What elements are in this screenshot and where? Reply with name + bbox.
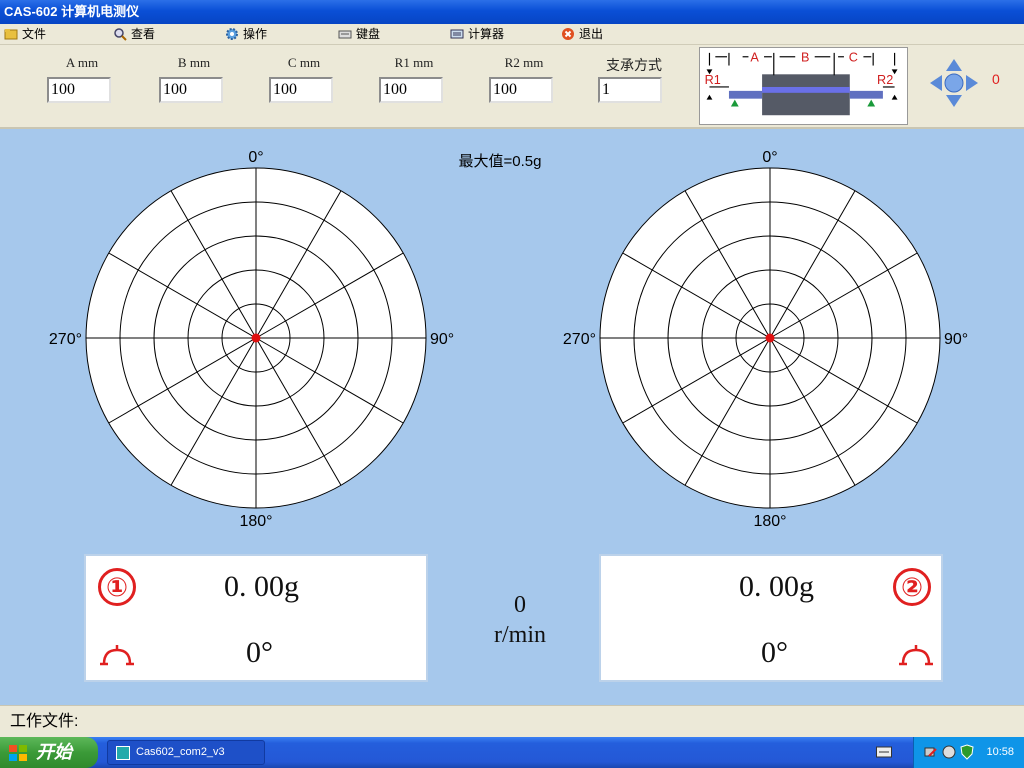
polar-plot-channel-1: 0° 180° 90° 270° bbox=[49, 149, 454, 530]
rotor-body bbox=[762, 74, 850, 116]
param-r2-label: R2 mm bbox=[504, 55, 544, 70]
polar-label-0: 0° bbox=[762, 149, 777, 166]
menu-bar: 文件 查看 操作 键盘 计算器 退出 bbox=[0, 24, 1024, 45]
channel-2-panel: 0. 00g ② 0° bbox=[599, 554, 943, 682]
param-b-label: B mm bbox=[177, 55, 211, 70]
parameter-toolbar: A mm 100 B mm 100 C mm 100 R1 mm 100 R2 … bbox=[0, 45, 1024, 129]
security-shield-icon[interactable] bbox=[960, 744, 974, 760]
exit-icon bbox=[562, 28, 574, 40]
taskbar: 开始 Cas602_com2_v3 10:58 bbox=[0, 737, 1024, 768]
start-button[interactable]: 开始 bbox=[0, 737, 98, 768]
unbalance-vector-dot bbox=[251, 333, 261, 343]
speed-value: 0 bbox=[514, 592, 526, 618]
diagram-label-b: B bbox=[801, 51, 809, 65]
left-shaft bbox=[728, 90, 763, 99]
rotor-shine bbox=[762, 86, 850, 93]
clock[interactable]: 10:58 bbox=[986, 737, 1014, 768]
right-support bbox=[867, 99, 876, 107]
menu-exit[interactable]: 退出 bbox=[561, 26, 603, 43]
speaker-icon[interactable] bbox=[942, 745, 956, 759]
param-support-input[interactable]: 1 bbox=[598, 77, 662, 103]
counter-value: 0 bbox=[992, 71, 1000, 87]
right-shaft bbox=[849, 90, 883, 99]
param-a-label: A mm bbox=[65, 55, 99, 70]
polar-label-270: 270° bbox=[563, 331, 596, 348]
phase-angle-icon bbox=[899, 645, 933, 666]
polar-plots: 0° 180° 90° 270° 0° 180° 90° 270° bbox=[49, 149, 968, 530]
param-c-label: C mm bbox=[287, 55, 321, 70]
param-b-input[interactable]: 100 bbox=[159, 77, 223, 103]
param-support: 支承方式 1 bbox=[598, 55, 670, 103]
gear-icon bbox=[226, 28, 238, 40]
polar-label-180: 180° bbox=[239, 513, 272, 530]
diagram-label-a: A bbox=[750, 51, 759, 65]
param-r1-label: R1 mm bbox=[394, 55, 434, 70]
status-bar: 工作文件: bbox=[0, 705, 1024, 737]
param-a: A mm 100 bbox=[47, 55, 117, 103]
app-icon bbox=[116, 746, 130, 760]
param-r1: R1 mm 100 bbox=[379, 55, 449, 103]
folder-icon bbox=[4, 29, 18, 40]
rotor-diagram: A B C R1 R2 bbox=[699, 47, 908, 125]
windows-logo-icon bbox=[9, 745, 27, 761]
channel-1-amplitude: 0. 00g bbox=[224, 570, 299, 603]
param-r2: R2 mm 100 bbox=[489, 55, 559, 103]
channel-2-angle: 0° bbox=[761, 636, 788, 669]
menu-view[interactable]: 查看 bbox=[113, 26, 155, 43]
channel-1-panel: ① 0. 00g 0° bbox=[84, 554, 428, 682]
diagram-label-r1: R1 bbox=[705, 73, 721, 87]
channel-1-number: ① bbox=[98, 568, 136, 606]
polar-label-180: 180° bbox=[753, 513, 786, 530]
menu-keyboard[interactable]: 键盘 bbox=[338, 26, 380, 43]
menu-calculator[interactable]: 计算器 bbox=[450, 26, 504, 43]
left-support bbox=[730, 99, 739, 107]
keyboard-icon bbox=[338, 30, 352, 39]
polar-plot-channel-2: 0° 180° 90° 270° bbox=[563, 149, 968, 530]
taskbar-app-button[interactable]: Cas602_com2_v3 bbox=[107, 740, 265, 765]
navigation-arrows-icon[interactable] bbox=[928, 57, 980, 109]
polar-label-90: 90° bbox=[430, 331, 454, 348]
param-c: C mm 100 bbox=[269, 55, 339, 103]
polar-label-0: 0° bbox=[248, 149, 263, 166]
network-icon[interactable] bbox=[924, 745, 938, 759]
menu-operate[interactable]: 操作 bbox=[225, 26, 267, 43]
unbalance-vector-dot bbox=[765, 333, 775, 343]
speed-unit: r/min bbox=[494, 622, 546, 648]
param-r2-input[interactable]: 100 bbox=[489, 77, 553, 103]
diagram-label-c: C bbox=[849, 51, 858, 65]
system-tray: 10:58 bbox=[913, 737, 1024, 768]
phase-angle-icon bbox=[100, 645, 134, 666]
calculator-icon bbox=[450, 29, 464, 39]
work-file-label: 工作文件: bbox=[10, 713, 79, 730]
keyboard-tray-icon[interactable] bbox=[876, 746, 892, 758]
magnifier-icon bbox=[114, 28, 127, 41]
polar-label-90: 90° bbox=[944, 331, 968, 348]
param-support-label: 支承方式 bbox=[606, 59, 662, 74]
param-b: B mm 100 bbox=[159, 55, 229, 103]
channel-1-angle: 0° bbox=[246, 636, 273, 669]
menu-file[interactable]: 文件 bbox=[4, 26, 46, 43]
polar-label-270: 270° bbox=[49, 331, 82, 348]
channel-2-number: ② bbox=[893, 568, 931, 606]
param-c-input[interactable]: 100 bbox=[269, 77, 333, 103]
channel-2-amplitude: 0. 00g bbox=[739, 570, 814, 603]
param-a-input[interactable]: 100 bbox=[47, 77, 111, 103]
speed-readout: 0 r/min bbox=[470, 590, 570, 650]
window-title: CAS-602 计算机电测仪 bbox=[0, 0, 1024, 24]
param-r1-input[interactable]: 100 bbox=[379, 77, 443, 103]
diagram-label-r2: R2 bbox=[877, 73, 893, 87]
